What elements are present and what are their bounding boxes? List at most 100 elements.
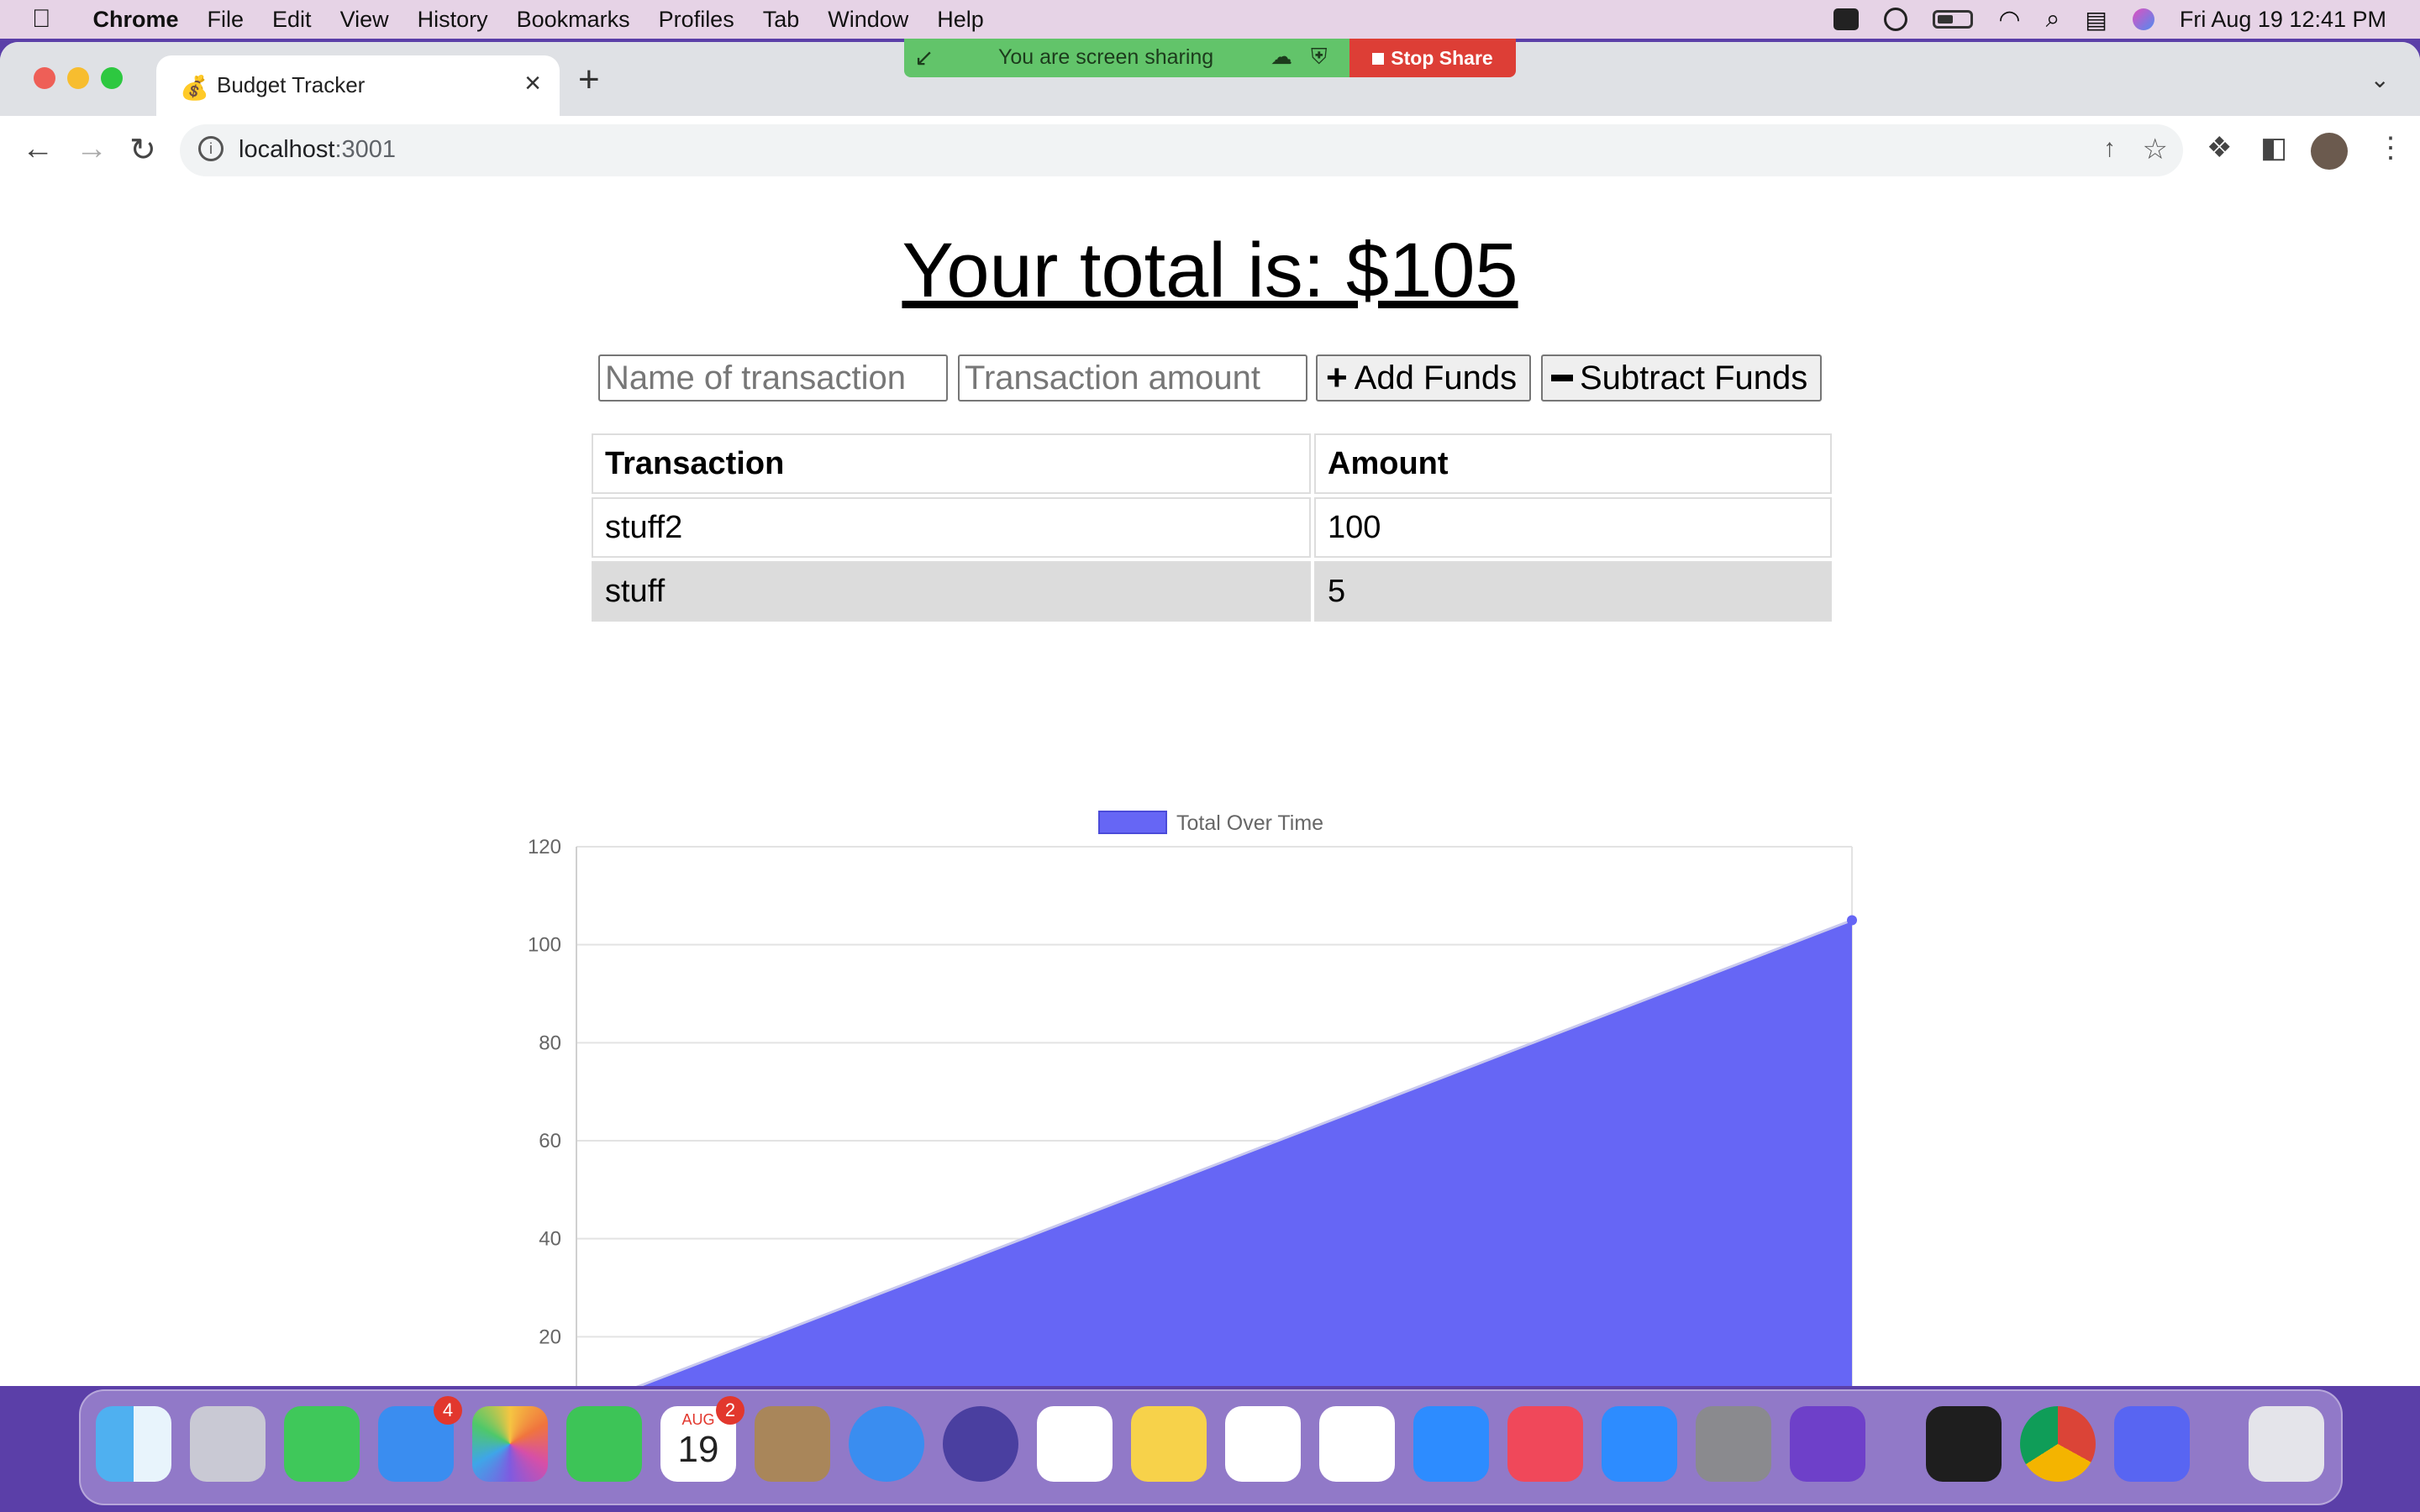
trash-icon[interactable] (2249, 1406, 2324, 1482)
transaction-amount-input[interactable] (958, 354, 1307, 402)
back-icon[interactable]: ← (22, 131, 54, 167)
stop-share-button[interactable]: Stop Share (1349, 39, 1516, 77)
y-tick-label: 80 (539, 1032, 561, 1054)
calendar-badge: 2 (716, 1396, 744, 1425)
cell-name: stuff2 (592, 497, 1311, 558)
new-tab-icon[interactable]: + (578, 59, 600, 101)
launchpad-icon[interactable] (190, 1406, 266, 1482)
menu-tab[interactable]: Tab (763, 7, 800, 33)
contacts-icon[interactable] (755, 1406, 830, 1482)
legend-swatch (1098, 811, 1167, 834)
y-tick-label: 120 (528, 836, 561, 858)
tab-budget-tracker[interactable]: 💰 Budget Tracker × (156, 55, 560, 116)
total-heading: Your total is: $105 (902, 228, 1518, 313)
total-over-time-chart: 0204060801001208/19/20228/19/2022Total O… (528, 811, 1857, 1386)
header-amount: Amount (1314, 433, 1832, 494)
bookmark-star-icon[interactable]: ☆ (2143, 133, 2168, 166)
facetime-icon[interactable] (566, 1406, 642, 1482)
url-text[interactable]: localhost:3001 (239, 136, 396, 164)
share-icon[interactable]: ↑ (2103, 134, 2116, 163)
menu-edit[interactable]: Edit (272, 7, 312, 33)
calendar-icon[interactable]: AUG 19 2 (660, 1396, 744, 1482)
menu-file[interactable]: File (208, 7, 245, 33)
minimize-window-button[interactable] (67, 67, 89, 89)
reload-icon[interactable]: ↻ (129, 131, 156, 169)
menu-profiles[interactable]: Profiles (659, 7, 734, 33)
mail-icon[interactable]: 4 (378, 1396, 462, 1482)
control-center-icon[interactable]: ▤ (2085, 6, 2107, 34)
chevron-down-icon[interactable]: ⌄ (2370, 66, 2390, 93)
zoom-status-icon[interactable] (1833, 8, 1860, 30)
maximize-window-button[interactable] (101, 67, 123, 89)
wifi-icon[interactable]: ◠ (1998, 5, 2020, 34)
menu-bar:  Chrome File Edit View History Bookmark… (0, 0, 2420, 39)
money-bag-icon: 💰 (180, 75, 209, 101)
cell-name: stuff (592, 561, 1311, 622)
extensions-icon[interactable]: ❖ (2207, 131, 2232, 165)
screen-recorder-icon[interactable] (943, 1406, 1018, 1482)
apple-icon[interactable]:  (32, 5, 51, 34)
app-store-icon[interactable] (1602, 1406, 1677, 1482)
subtract-funds-button[interactable]: Subtract Funds (1541, 354, 1822, 402)
play-status-icon[interactable] (1884, 8, 1908, 31)
address-bar[interactable]: i localhost:3001 ↑ ☆ (180, 124, 2183, 176)
url-port: :3001 (334, 136, 397, 163)
chrome-icon[interactable] (2020, 1406, 2096, 1482)
tab-title: Budget Tracker (217, 72, 366, 97)
add-funds-button[interactable]: + Add Funds (1316, 354, 1531, 402)
transactions-table: Transaction Amount stuff2 100 stuff 5 (588, 430, 1835, 625)
transaction-name-input[interactable] (598, 354, 948, 402)
search-icon[interactable]: ⌕ (2046, 5, 2060, 34)
cloud-icon: ☁ (1270, 44, 1292, 69)
status-area: ◠ ⌕ ▤ Fri Aug 19 12:41 PM (1833, 0, 2386, 39)
table-header-row: Transaction Amount (592, 433, 1832, 494)
discord-icon[interactable] (2114, 1406, 2190, 1482)
y-tick-label: 40 (539, 1228, 561, 1251)
forward-icon[interactable]: → (76, 131, 108, 167)
messages-icon[interactable] (284, 1406, 360, 1482)
menu-app-name[interactable]: Chrome (93, 7, 179, 33)
mail-badge: 4 (434, 1396, 462, 1425)
add-funds-label: Add Funds (1354, 359, 1518, 396)
photos-icon[interactable] (472, 1406, 548, 1482)
side-panel-icon[interactable]: ◧ (2260, 131, 2287, 165)
share-status: ↙ You are screen sharing ☁ ⛨ (904, 39, 1349, 77)
plus-icon: + (1326, 357, 1348, 398)
music-icon[interactable] (1507, 1406, 1583, 1482)
close-window-button[interactable] (34, 67, 55, 89)
github-desktop-icon[interactable] (1790, 1406, 1865, 1482)
data-point (1847, 915, 1857, 926)
terminal-icon[interactable] (1926, 1406, 2002, 1482)
siri-icon[interactable] (2132, 8, 2154, 30)
page-content: Your total is: $105 + Add Funds Subtract… (0, 186, 2420, 1386)
stop-share-label: Stop Share (1391, 47, 1493, 69)
menu-history[interactable]: History (418, 7, 488, 33)
share-message: You are screen sharing (998, 45, 1214, 69)
series-area (639, 920, 1852, 1386)
share-arrow-icon: ↙ (914, 45, 934, 71)
more-menu-icon[interactable]: ⋮ (2376, 131, 2405, 165)
site-info-icon[interactable]: i (198, 136, 224, 161)
vscode-icon[interactable] (1225, 1406, 1301, 1482)
slack-icon[interactable] (1319, 1406, 1395, 1482)
menu-help[interactable]: Help (937, 7, 984, 33)
y-tick-label: 60 (539, 1130, 561, 1152)
menubar-clock[interactable]: Fri Aug 19 12:41 PM (2180, 7, 2386, 33)
reminders-icon[interactable] (1037, 1406, 1113, 1482)
menu-view[interactable]: View (340, 7, 389, 33)
menu-window[interactable]: Window (828, 7, 908, 33)
header-transaction: Transaction (592, 433, 1311, 494)
browser-toolbar: ← → ↻ i localhost:3001 ↑ ☆ ❖ ◧ ⋮ (0, 116, 2420, 188)
system-preferences-icon[interactable] (1696, 1406, 1771, 1482)
zoom-icon[interactable] (1413, 1406, 1489, 1482)
safari-icon[interactable] (849, 1406, 924, 1482)
url-host: localhost (239, 136, 335, 163)
battery-icon[interactable] (1933, 10, 1974, 29)
finder-icon[interactable] (96, 1406, 171, 1482)
menu-bookmarks[interactable]: Bookmarks (517, 7, 630, 33)
avatar[interactable] (2311, 133, 2348, 170)
y-tick-label: 100 (528, 934, 561, 957)
calendar-day: 19 (677, 1429, 719, 1470)
notes-icon[interactable] (1131, 1406, 1207, 1482)
close-tab-icon[interactable]: × (524, 67, 541, 100)
